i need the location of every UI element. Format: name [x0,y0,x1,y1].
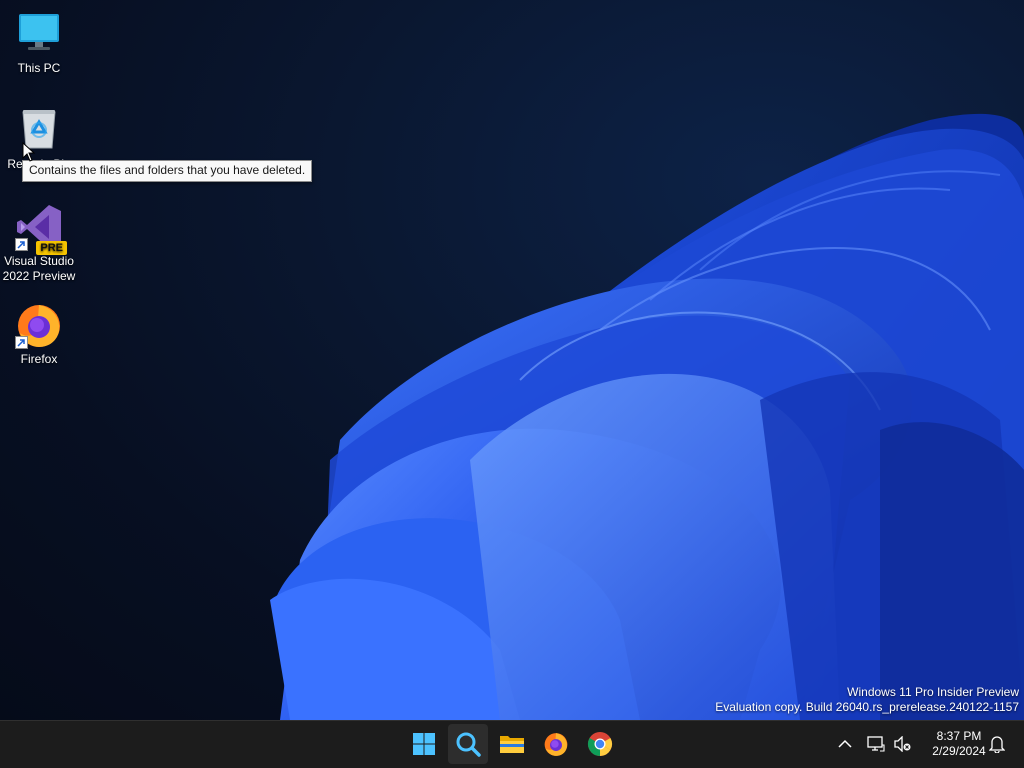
taskbar: 8:37 PM 2/29/2024 [0,720,1024,768]
watermark-edition: Windows 11 Pro Insider Preview [847,685,1019,699]
shortcut-arrow-icon [15,336,28,349]
notifications-button[interactable] [987,734,1007,754]
wallpaper-bloom [270,113,1024,720]
preview-badge: PRE [36,241,67,255]
network-button[interactable] [866,734,886,754]
desktop-icon-label: Firefox [20,352,58,366]
build-watermark: Windows 11 Pro Insider Preview Evaluatio… [715,685,1019,715]
mouse-cursor-icon [22,142,36,162]
visual-studio-icon: PRE [15,203,67,255]
desktop-icon-label: This PC [17,61,61,75]
recycle-bin-tooltip: Contains the files and folders that you … [22,160,313,182]
desktop[interactable]: This PC Recycle Bin PRE Visual Studio [0,0,1024,720]
file-explorer-button[interactable] [492,724,532,764]
notification-bell-icon [989,736,1005,753]
firefox-icon [15,301,63,349]
start-button[interactable] [404,724,444,764]
taskbar-chrome-button[interactable] [580,724,620,764]
folder-icon [500,736,524,753]
show-hidden-icons-button[interactable] [835,734,855,754]
search-icon [456,732,481,757]
search-button[interactable] [448,724,488,764]
desktop-icon-this-pc[interactable]: This PC [1,10,77,76]
watermark-build: Evaluation copy. Build 26040.rs_prerelea… [715,700,1019,714]
desktop-icon-visual-studio[interactable]: PRE Visual Studio 2022 Preview [1,203,77,284]
monitor-icon [15,10,63,58]
chevron-up-icon [838,739,852,748]
chrome-icon [587,732,613,756]
network-icon [867,736,885,752]
desktop-icon-firefox[interactable]: Firefox [1,301,77,367]
taskbar-firefox-button[interactable] [536,724,576,764]
volume-muted-icon [894,736,911,752]
shortcut-arrow-icon [15,238,28,251]
windows-logo-icon [413,733,435,755]
desktop-icon-label: Visual Studio 2022 Preview [2,254,76,283]
firefox-icon [544,733,568,756]
volume-button[interactable] [892,734,912,754]
